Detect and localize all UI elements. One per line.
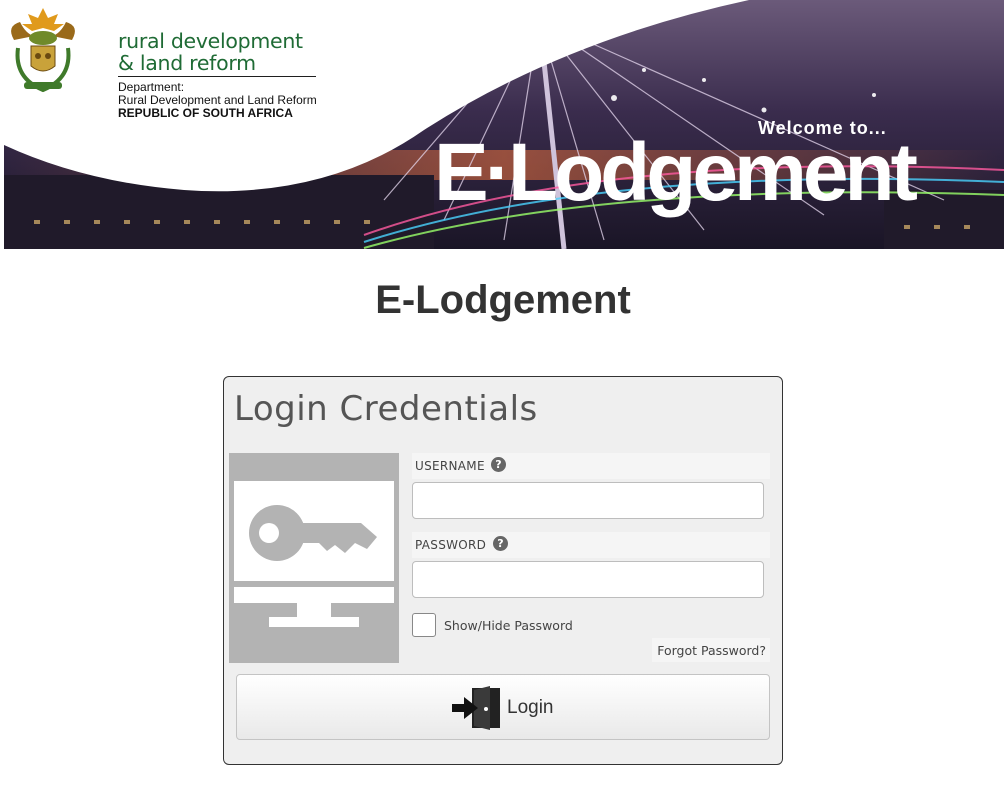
login-panel: Login Credentials USERNAME ? PASSWORD ? …	[223, 376, 783, 765]
coat-of-arms-icon	[11, 8, 75, 93]
show-hide-password-checkbox[interactable]	[412, 613, 436, 637]
department-divider	[118, 76, 316, 77]
username-input[interactable]	[412, 482, 764, 519]
show-hide-password-label[interactable]: Show/Hide Password	[444, 618, 573, 633]
password-label: PASSWORD	[415, 538, 487, 552]
forgot-password-link[interactable]: Forgot Password?	[657, 643, 766, 658]
login-button[interactable]: Login	[236, 674, 770, 740]
password-input[interactable]	[412, 561, 764, 598]
department-details: Department: Rural Development and Land R…	[118, 81, 317, 120]
forgot-password-area: Forgot Password?	[652, 638, 770, 662]
help-icon[interactable]: ?	[491, 457, 506, 472]
department-name-line2: & land reform	[118, 51, 256, 75]
username-label: USERNAME	[415, 459, 485, 473]
password-label-row: PASSWORD ?	[412, 532, 770, 558]
banner-brand-title: E·Lodgement	[434, 127, 918, 218]
login-door-icon	[452, 686, 500, 730]
username-label-row: USERNAME ?	[412, 453, 770, 479]
department-name: rural development & land reform	[118, 30, 303, 74]
login-button-label: Login	[507, 697, 554, 718]
login-panel-title: Login Credentials	[234, 389, 538, 429]
key-monitor-icon	[234, 481, 394, 627]
page-title: E-Lodgement	[375, 278, 631, 322]
key-monitor-illustration	[229, 453, 399, 663]
country-name: REPUBLIC OF SOUTH AFRICA	[118, 106, 293, 120]
department-name-line1: rural development	[118, 29, 303, 53]
help-icon[interactable]: ?	[493, 536, 508, 551]
header-banner: rural development & land reform Departme…	[4, 0, 1004, 249]
